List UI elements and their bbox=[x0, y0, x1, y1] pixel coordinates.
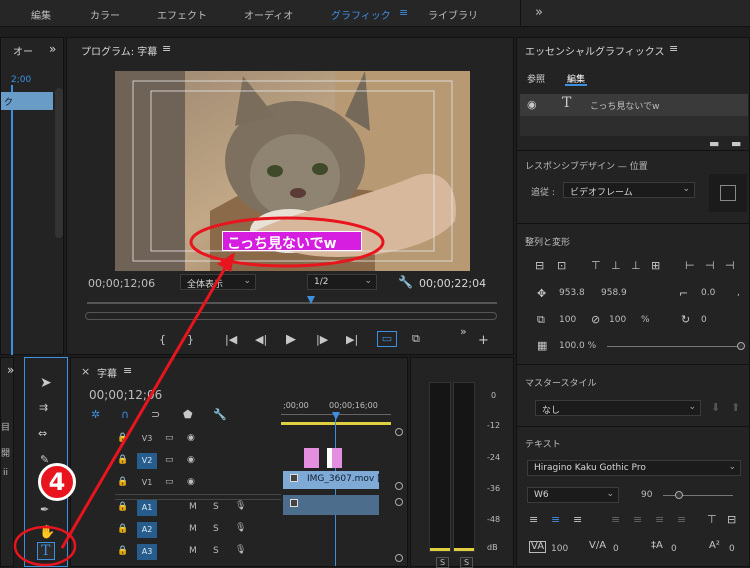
annotation-arrow bbox=[13, 252, 235, 567]
annotation-number: 4 bbox=[48, 468, 66, 496]
annotation-number-badge: 4 bbox=[38, 463, 76, 501]
